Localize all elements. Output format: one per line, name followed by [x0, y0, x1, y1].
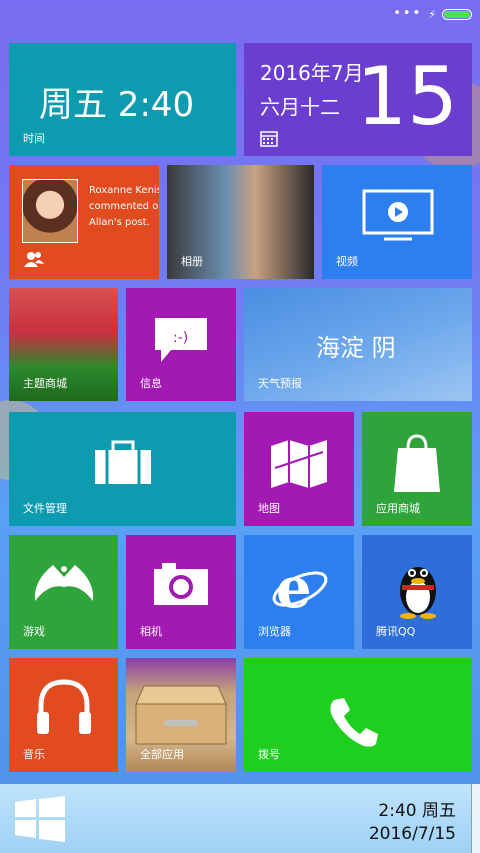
battery-icon [442, 8, 472, 20]
phone-icon [330, 698, 378, 747]
file-manager-tile[interactable]: 文件管理 [9, 412, 236, 526]
message-icon: :-) [155, 318, 207, 362]
music-tile[interactable]: 音乐 [9, 658, 118, 772]
browser-tile-label: 浏览器 [258, 625, 291, 638]
weather-tile-label: 天气预报 [258, 377, 302, 390]
qq-tile[interactable]: 腾讯QQ [362, 535, 472, 649]
messages-tile-label: 信息 [140, 377, 162, 390]
xbox-icon [34, 565, 94, 601]
calendar-month: 2016年7月 [260, 61, 364, 85]
calendar-day: 15 [356, 50, 458, 143]
svg-text::-): :-) [173, 330, 188, 346]
headphones-icon [37, 679, 91, 734]
windows-start-icon[interactable] [15, 796, 65, 842]
calendar-icon [260, 131, 278, 147]
video-tile[interactable]: 视频 [322, 165, 472, 279]
camera-tile-label: 相机 [140, 625, 162, 638]
video-icon [362, 189, 434, 241]
contact-name: Roxanne Kenis [89, 185, 159, 196]
taskbar-date: 2016/7/15 [368, 824, 456, 844]
app-store-tile-label: 应用商城 [376, 502, 420, 515]
games-tile-label: 游戏 [23, 625, 45, 638]
camera-tile[interactable]: 相机 [126, 535, 236, 649]
games-tile[interactable]: 游戏 [9, 535, 118, 649]
theme-store-tile-label: 主题商城 [23, 377, 67, 390]
app-store-tile[interactable]: 应用商城 [362, 412, 472, 526]
notification-line3: Allan's post. [89, 217, 150, 228]
all-apps-tile-label: 全部应用 [140, 748, 184, 761]
drawer-icon [135, 685, 227, 745]
camera-icon [154, 563, 208, 605]
browser-tile[interactable]: e 浏览器 [244, 535, 354, 649]
dialer-tile-label: 拨号 [258, 748, 280, 761]
contact-avatar [22, 179, 78, 243]
photos-tile[interactable]: 相册 [167, 165, 314, 279]
weather-tile[interactable]: 海淀 阴 天气预报 [244, 288, 472, 401]
people-icon [24, 252, 44, 267]
maps-tile-label: 地图 [258, 502, 280, 515]
calendar-tile[interactable]: 2016年7月 六月十二 15 [244, 43, 472, 156]
taskbar-edge-handle[interactable] [471, 784, 480, 853]
taskbar-time: 2:40 周五 [378, 801, 456, 821]
qq-penguin-icon [400, 567, 436, 619]
status-bar: ••• ⚡ [393, 6, 472, 22]
map-icon [271, 440, 327, 488]
notification-line2: commented o [89, 201, 159, 212]
clock-tile[interactable]: 周五 2:40 时间 [9, 43, 236, 156]
weather-city-condition: 海淀 阴 [316, 334, 396, 362]
messages-tile[interactable]: :-) 信息 [126, 288, 236, 401]
music-tile-label: 音乐 [23, 748, 45, 761]
file-manager-tile-label: 文件管理 [23, 502, 67, 515]
video-tile-label: 视频 [336, 255, 358, 268]
clock-day-time: 周五 2:40 [39, 85, 195, 125]
dialer-tile[interactable]: 拨号 [244, 658, 472, 772]
people-tile[interactable]: Roxanne Kenis commented o Allan's post. [9, 165, 159, 279]
all-apps-tile[interactable]: 全部应用 [126, 658, 236, 772]
taskbar: 2:40 周五 2016/7/15 [0, 784, 480, 853]
theme-store-tile[interactable]: 主题商城 [9, 288, 118, 401]
charging-icon: ⚡ [428, 7, 436, 21]
maps-tile[interactable]: 地图 [244, 412, 354, 526]
ie-browser-icon: e [272, 557, 328, 617]
photos-tile-label: 相册 [181, 255, 203, 268]
shopping-bag-icon [394, 434, 440, 492]
briefcase-icon [95, 440, 151, 484]
qq-tile-label: 腾讯QQ [376, 625, 416, 638]
clock-tile-label: 时间 [23, 132, 45, 145]
calendar-lunar: 六月十二 [260, 95, 340, 119]
signal-dots: ••• [393, 6, 423, 21]
